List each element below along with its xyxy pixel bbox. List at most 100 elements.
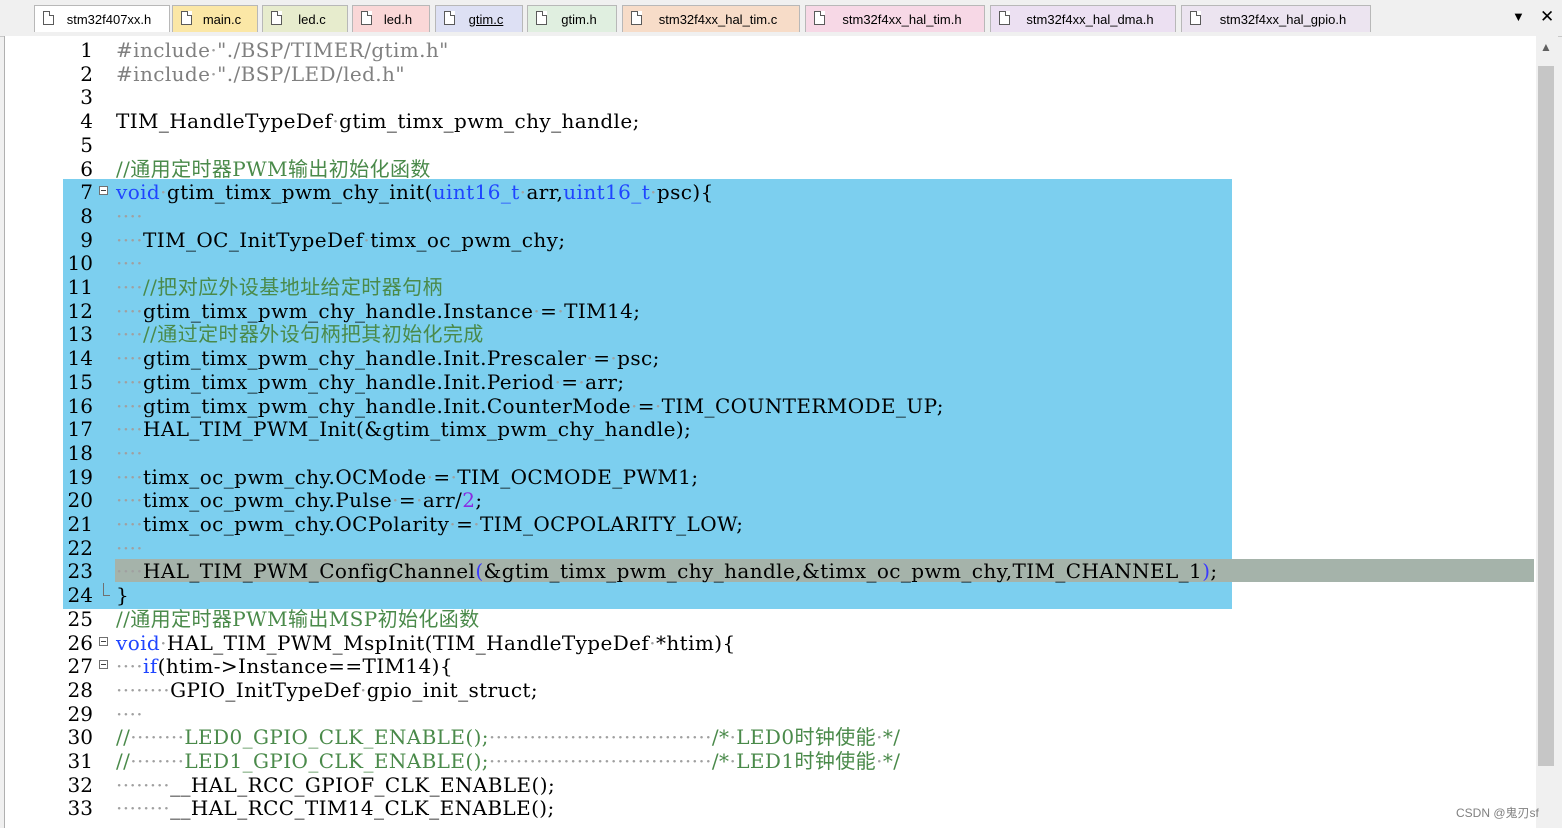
code-line[interactable]: 19 ····timx_oc_pwm_chy.OCMode·=·TIM_OCMOD… <box>5 465 1535 489</box>
code-token: ; <box>1210 559 1218 584</box>
code-token: //通过定时器外设句柄把其初始化完成 <box>143 322 484 347</box>
code-line[interactable]: 17 ····HAL_TIM_PWM_Init(&gtim_timx_pwm_ch… <box>5 417 1535 441</box>
code-line[interactable]: 9 ····TIM_OC_InitTypeDef·timx_oc_pwm_chy; <box>5 228 1535 252</box>
code-line[interactable]: 31//········LED1_GPIO_CLK_ENABLE();·····… <box>5 749 1535 773</box>
code-token: ···· <box>116 369 144 394</box>
code-line[interactable]: 29 ···· <box>5 702 1535 726</box>
code-token: __HAL_RCC_GPIOF_CLK_ENABLE(); <box>170 772 556 797</box>
code-line[interactable]: 25 //通用定时器PWM输出MSP初始化函数 <box>5 607 1535 631</box>
code-text: ····gtim_timx_pwm_chy_handle.Init.Presca… <box>116 346 660 370</box>
code-line[interactable]: 1 #include·"./BSP/TIMER/gtim.h" <box>5 38 1535 62</box>
code-line[interactable]: 30 //········LED0_GPIO_CLK_ENABLE();·····… <box>5 725 1535 749</box>
code-text: ···· <box>116 536 143 560</box>
code-token: ( <box>475 559 484 584</box>
tab-stm32f4xx-hal-tim-c[interactable]: stm32f4xx_hal_tim.c <box>622 5 800 32</box>
code-token: gtim_timx_pwm_chy_handle.Init.CounterMod… <box>143 393 631 418</box>
line-number: 14 <box>67 346 93 371</box>
code-line[interactable]: 13 ····//通过定时器外设句柄把其初始化完成 <box>5 322 1535 346</box>
code-line[interactable]: 23 ····HAL_TIM_PWM_ConfigChannel(&gtim_ti… <box>5 559 1535 583</box>
scroll-up-icon[interactable]: ▲ <box>1540 40 1552 54</box>
code-line[interactable]: 5 <box>5 133 1535 157</box>
line-number: 3 <box>80 85 93 110</box>
code-line[interactable]: 21 ····timx_oc_pwm_chy.OCPolarity·=·TIM_O… <box>5 512 1535 536</box>
code-token: · <box>160 630 167 655</box>
line-number: 30 <box>67 725 93 750</box>
code-token: psc){ <box>656 180 714 205</box>
code-token: HAL_TIM_PWM_Init(&gtim_timx_pwm_chy_hand… <box>143 417 692 442</box>
code-token: LED0时钟使能 <box>736 725 877 750</box>
tab-led-c[interactable]: led.c <box>262 5 348 32</box>
fold-collapse-icon[interactable] <box>99 636 108 646</box>
tab-stm32f4xx-hal-gpio-h[interactable]: stm32f4xx_hal_gpio.h <box>1181 5 1371 32</box>
code-line[interactable]: 3 <box>5 85 1535 109</box>
fold-collapse-icon[interactable] <box>99 660 108 670</box>
code-token: · <box>649 630 656 655</box>
code-line[interactable]: 24} <box>5 583 1535 607</box>
code-line[interactable]: 15 ····gtim_timx_pwm_chy_handle.Init.Peri… <box>5 370 1535 394</box>
tab-gtim-c[interactable]: gtim.c <box>435 5 523 32</box>
code-token: &gtim_timx_pwm_chy_handle,&timx_oc_pwm_c… <box>483 559 1203 584</box>
code-line[interactable]: 4 TIM_HandleTypeDef·gtim_timx_pwm_chy_han… <box>5 109 1535 133</box>
code-line[interactable]: 32 ········__HAL_RCC_GPIOF_CLK_ENABLE(); <box>5 773 1535 797</box>
tab-main-c[interactable]: main.c <box>172 5 258 32</box>
fold-collapse-icon[interactable] <box>99 186 108 196</box>
tab-gtim-h[interactable]: gtim.h <box>527 5 617 32</box>
code-token: "./BSP/TIMER/gtim.h" <box>217 38 449 62</box>
code-token: uint16_t <box>563 180 651 205</box>
code-line[interactable]: 27 ····if(htim->Instance==TIM14){ <box>5 654 1535 678</box>
line-number: 25 <box>67 606 93 631</box>
code-text: } <box>116 583 129 607</box>
tab-bar: ▼ ✕ stm32f407xx.h main.c led.c led.h gtim.c g… <box>0 0 1562 37</box>
code-token: = <box>456 512 474 536</box>
code-line[interactable]: 28 ········GPIO_InitTypeDef·gpio_init_str… <box>5 678 1535 702</box>
code-line[interactable]: 11 ····//把对应外设基地址给定时器句柄 <box>5 275 1535 299</box>
code-token: __HAL_RCC_TIM14_CLK_ENABLE(); <box>170 796 555 821</box>
code-line[interactable]: 20 ····timx_oc_pwm_chy.Pulse·=·arr/2; <box>5 488 1535 512</box>
code-token: #include <box>116 38 211 62</box>
code-token: = <box>593 346 611 371</box>
line-number: 9 <box>80 227 93 252</box>
code-token: LED1_GPIO_CLK_ENABLE(); <box>184 749 489 773</box>
line-number: 19 <box>67 464 93 489</box>
code-token: ···· <box>116 203 144 228</box>
scrollbar-thumb[interactable] <box>1538 66 1554 766</box>
code-token: ···· <box>116 535 144 560</box>
tab-stm32f4xx-hal-tim-h[interactable]: stm32f4xx_hal_tim.h <box>805 5 985 32</box>
code-line[interactable]: 6 //通用定时器PWM输出初始化函数 <box>5 157 1535 181</box>
code-line[interactable]: 10 ···· <box>5 251 1535 275</box>
code-text: //········LED0_GPIO_CLK_ENABLE();·······… <box>116 725 900 749</box>
code-text: ········__HAL_RCC_GPIOF_CLK_ENABLE(); <box>116 773 555 797</box>
code-token: } <box>116 583 130 608</box>
close-icon[interactable]: ✕ <box>1540 7 1554 27</box>
tab-label: led.c <box>298 12 326 27</box>
line-number: 29 <box>67 701 93 726</box>
code-text: ········GPIO_InitTypeDef·gpio_init_struc… <box>116 678 538 702</box>
code-line[interactable]: 8 ···· <box>5 204 1535 228</box>
code-token: 2 <box>462 488 476 513</box>
code-line[interactable]: 16 ····gtim_timx_pwm_chy_handle.Init.Coun… <box>5 394 1535 418</box>
code-token: "./BSP/LED/led.h" <box>217 61 405 86</box>
tab-label: stm32f4xx_hal_tim.c <box>658 12 778 27</box>
code-line[interactable]: 7 void·gtim_timx_pwm_chy_init(uint16_t·ar… <box>5 180 1535 204</box>
code-editor[interactable]: 1 #include·"./BSP/TIMER/gtim.h" 2 #include·… <box>4 36 1537 828</box>
tab-label: main.c <box>202 12 242 27</box>
tab-stm32f4xx-hal-dma-h[interactable]: stm32f4xx_hal_dma.h <box>990 5 1176 32</box>
chevron-down-icon[interactable]: ▼ <box>1512 9 1525 24</box>
code-line[interactable]: 14 ····gtim_timx_pwm_chy_handle.Init.Pres… <box>5 346 1535 370</box>
tab-led-h[interactable]: led.h <box>352 5 430 32</box>
code-token: · <box>630 393 638 418</box>
code-token: ···· <box>116 512 144 536</box>
code-token: ···· <box>116 488 144 513</box>
code-line[interactable]: 26 void·HAL_TIM_PWM_MspInit(TIM_HandleTyp… <box>5 631 1535 655</box>
code-line[interactable]: 2 #include·"./BSP/LED/led.h" <box>5 62 1535 86</box>
code-token: LED0_GPIO_CLK_ENABLE(); <box>184 725 489 750</box>
line-number: 20 <box>67 488 93 513</box>
line-number: 33 <box>67 796 93 821</box>
code-text: ···· <box>116 204 143 228</box>
tab-stm32f407xx-h[interactable]: stm32f407xx.h <box>34 5 170 32</box>
code-line[interactable]: 12 ····gtim_timx_pwm_chy_handle.Instance·… <box>5 299 1535 323</box>
code-line[interactable]: 33 ········__HAL_RCC_TIM14_CLK_ENABLE(); <box>5 796 1535 820</box>
code-line[interactable]: 18 ···· <box>5 441 1535 465</box>
vertical-scrollbar[interactable]: ▲ <box>1536 36 1558 828</box>
code-line[interactable]: 22 ···· <box>5 536 1535 560</box>
